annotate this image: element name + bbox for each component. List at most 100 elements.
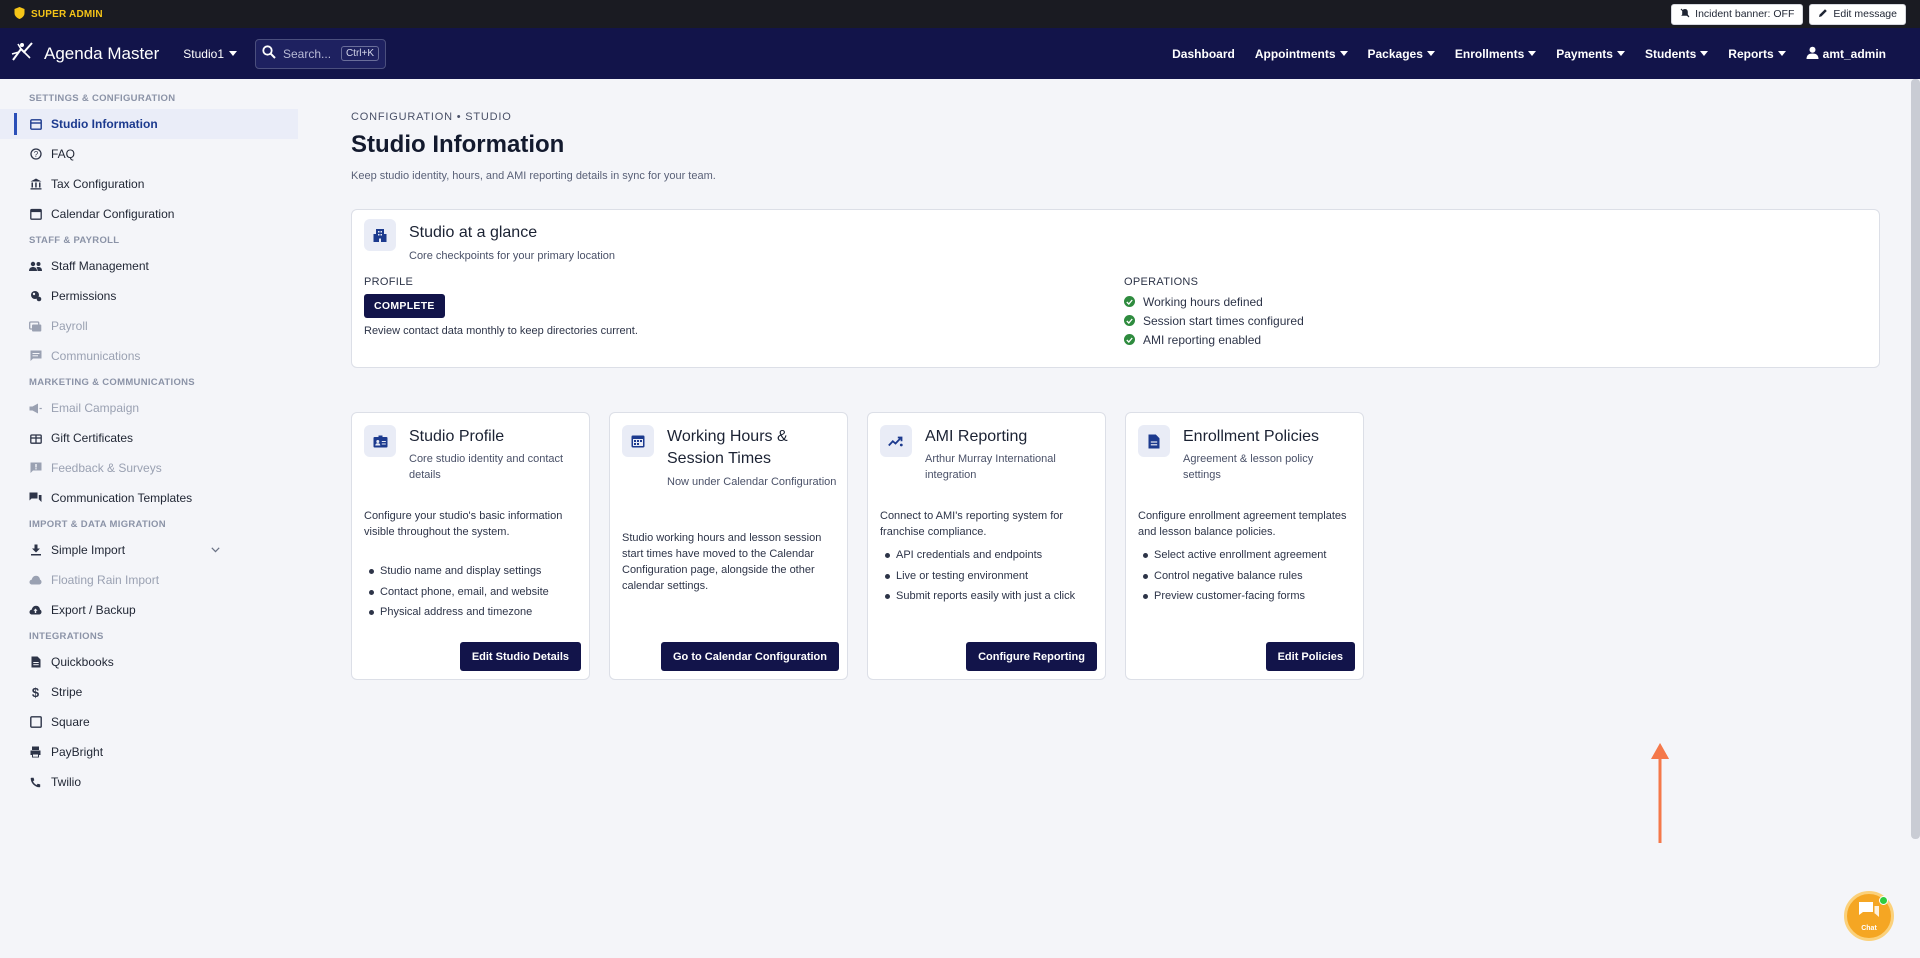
shield-icon — [14, 6, 25, 22]
edit-policies-button[interactable]: Edit Policies — [1265, 642, 1355, 671]
payroll-icon — [29, 320, 42, 333]
people-icon — [29, 260, 42, 273]
sidebar-section-integrations: INTEGRATIONS — [29, 630, 104, 642]
sidebar-item-square[interactable]: Square — [0, 707, 298, 737]
operations-check-item: Working hours defined — [1124, 292, 1304, 311]
profile-status-section: PROFILE COMPLETE Review contact data mon… — [364, 276, 638, 337]
sidebar-item-permissions[interactable]: Permissions — [0, 281, 298, 311]
nav-enrollments-label: Enrollments — [1454, 46, 1525, 61]
page-scrollbar[interactable] — [1911, 79, 1920, 839]
user-menu[interactable]: amt_admin — [1796, 46, 1896, 62]
incident-banner-label: Incident banner: OFF — [1695, 8, 1795, 20]
nav-appointments[interactable]: Appointments — [1245, 47, 1358, 61]
sidebar-section-marketing: MARKETING & COMMUNICATIONS — [29, 376, 195, 388]
chevron-down-icon — [1616, 51, 1625, 56]
sidebar-item-faq[interactable]: ? FAQ — [0, 139, 298, 169]
edit-studio-details-button[interactable]: Edit Studio Details — [459, 642, 581, 671]
sidebar-item-label: Square — [51, 715, 90, 729]
sidebar-item-simple-import[interactable]: Simple Import — [0, 535, 298, 565]
main-content: CONFIGURATION • STUDIO Studio Informatio… — [351, 79, 1881, 958]
sidebar-item-paybright[interactable]: PayBright — [0, 737, 298, 767]
dollar-icon: $ — [31, 684, 40, 700]
search-input[interactable]: Search... Ctrl+K — [255, 38, 386, 69]
sidebar-item-payroll[interactable]: Payroll — [0, 311, 298, 341]
building-icon — [364, 219, 396, 251]
sidebar-item-feedback-surveys[interactable]: Feedback & Surveys — [0, 453, 298, 483]
chat-label: Chat — [1861, 924, 1877, 932]
sidebar-item-gift-certificates[interactable]: Gift Certificates — [0, 423, 298, 453]
sidebar-item-label: Permissions — [51, 289, 117, 303]
list-item: Preview customer-facing forms — [1138, 586, 1353, 607]
sidebar-item-studio-information[interactable]: Studio Information — [0, 109, 298, 139]
nav-students[interactable]: Students — [1635, 47, 1718, 61]
page-title: Studio Information — [351, 131, 565, 158]
go-to-calendar-configuration-button[interactable]: Go to Calendar Configuration — [661, 642, 839, 671]
list-item: Select active enrollment agreement — [1138, 545, 1353, 566]
sidebar-item-email-campaign[interactable]: Email Campaign — [0, 393, 298, 423]
chevron-down-icon[interactable] — [211, 545, 220, 556]
nav-payments[interactable]: Payments — [1546, 47, 1635, 61]
nav-appointments-label: Appointments — [1254, 46, 1336, 61]
square-icon — [29, 716, 42, 729]
sidebar-item-floating-rain-import[interactable]: Floating Rain Import — [0, 565, 298, 595]
pencil-icon — [1818, 8, 1828, 21]
card-description: Configure your studio's basic informatio… — [364, 510, 563, 538]
card-description: Studio working hours and lesson session … — [622, 532, 822, 592]
sidebar-item-communications[interactable]: Communications — [0, 341, 298, 371]
sidebar-item-quickbooks[interactable]: Quickbooks — [0, 647, 298, 677]
settings-sidebar: SETTINGS & CONFIGURATION Studio Informat… — [0, 79, 298, 958]
page-subtitle: Keep studio identity, hours, and AMI rep… — [351, 170, 716, 182]
edit-message-button[interactable]: Edit message — [1809, 3, 1906, 25]
operations-check-item: AMI reporting enabled — [1124, 330, 1304, 349]
sidebar-item-staff-management[interactable]: Staff Management — [0, 251, 298, 281]
search-placeholder: Search... — [283, 46, 332, 61]
id-card-icon — [364, 425, 396, 457]
sidebar-item-calendar-configuration[interactable]: Calendar Configuration — [0, 199, 298, 229]
card-subtitle: Arthur Murray International integration — [925, 453, 1056, 481]
card-description: Configure enrollment agreement templates… — [1138, 510, 1347, 538]
sidebar-item-label: Tax Configuration — [51, 177, 145, 191]
cloud-icon — [29, 574, 42, 587]
nav-packages[interactable]: Packages — [1358, 47, 1445, 61]
card-bullet-list: API credentials and endpoints Live or te… — [880, 545, 1095, 607]
sidebar-item-label: Simple Import — [51, 543, 126, 557]
chat-widget-button[interactable]: Chat — [1844, 891, 1894, 941]
sidebar-item-label: Feedback & Surveys — [51, 461, 162, 475]
incident-banner-toggle[interactable]: Incident banner: OFF — [1671, 3, 1804, 25]
bell-off-icon — [1680, 8, 1690, 21]
calendar-icon — [622, 425, 654, 457]
nav-enrollments[interactable]: Enrollments — [1445, 47, 1546, 61]
sidebar-item-label: Email Campaign — [51, 401, 140, 415]
chevron-down-icon — [1426, 51, 1435, 56]
sidebar-item-export-backup[interactable]: Export / Backup — [0, 595, 298, 625]
card-description: Connect to AMI's reporting system for fr… — [880, 510, 1064, 538]
status-badge: COMPLETE — [364, 294, 445, 318]
sidebar-item-communication-templates[interactable]: Communication Templates — [0, 483, 298, 513]
annotation-arrow-icon — [1650, 743, 1670, 848]
document-icon — [29, 656, 42, 669]
nav-reports[interactable]: Reports — [1718, 47, 1795, 61]
breadcrumb: CONFIGURATION • STUDIO — [351, 111, 512, 123]
list-item: Control negative balance rules — [1138, 566, 1353, 587]
user-name: amt_admin — [1822, 46, 1886, 61]
configure-reporting-button[interactable]: Configure Reporting — [966, 642, 1097, 671]
card-subtitle: Agreement & lesson policy settings — [1183, 453, 1314, 481]
document-icon — [1138, 425, 1170, 457]
sidebar-item-tax-configuration[interactable]: Tax Configuration — [0, 169, 298, 199]
sidebar-item-label: FAQ — [51, 147, 76, 161]
sidebar-item-twilio[interactable]: Twilio — [0, 767, 298, 797]
cloud-upload-icon — [29, 604, 42, 617]
sidebar-item-stripe[interactable]: $ Stripe — [0, 677, 298, 707]
check-circle-icon — [1124, 296, 1135, 307]
help-circle-icon: ? — [29, 148, 42, 161]
nav-payments-label: Payments — [1556, 46, 1613, 61]
check-circle-icon — [1124, 315, 1135, 326]
brand-logo[interactable]: Agenda Master — [10, 40, 159, 67]
dancer-logo-icon — [10, 40, 36, 67]
nav-dashboard[interactable]: Dashboard — [1162, 47, 1245, 61]
list-item: Physical address and timezone — [364, 602, 579, 623]
chat-icon — [29, 350, 42, 363]
gift-icon — [29, 432, 42, 445]
studio-selector[interactable]: Studio1 — [183, 47, 237, 61]
feedback-icon — [29, 462, 42, 475]
